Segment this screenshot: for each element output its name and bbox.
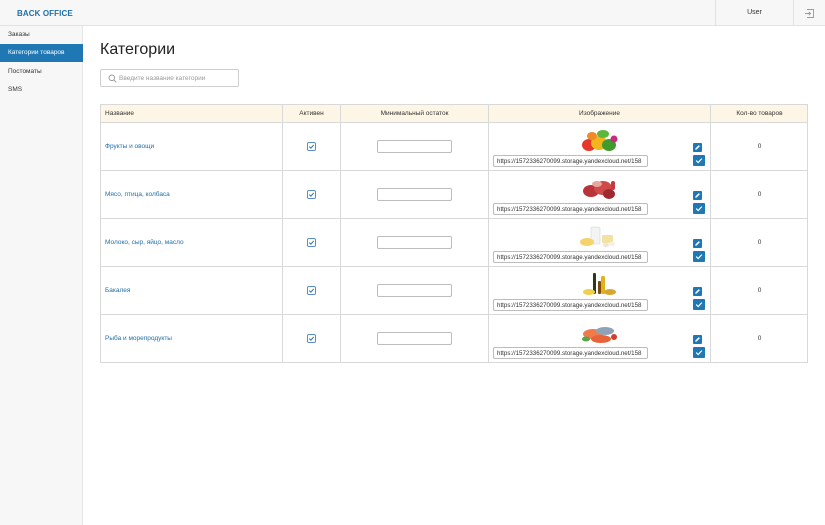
product-count: 0 (757, 191, 762, 198)
top-bar: BACK OFFICE User (0, 0, 825, 26)
meat-poultry-image (583, 181, 615, 199)
image-url-input[interactable] (493, 251, 648, 263)
check-icon (695, 350, 703, 356)
table-row: Мясо, птица, колбаса 0 (101, 171, 807, 219)
sidebar-item-orders[interactable]: Заказы (0, 26, 83, 44)
pencil-icon (695, 241, 700, 246)
confirm-image-button[interactable] (693, 155, 705, 166)
confirm-image-button[interactable] (693, 203, 705, 214)
active-checkbox[interactable] (307, 334, 316, 343)
sidebar-item-sms[interactable]: SMS (0, 81, 83, 99)
product-count: 0 (757, 335, 762, 342)
active-checkbox[interactable] (307, 238, 316, 247)
image-url-input[interactable] (493, 347, 648, 359)
check-icon (308, 336, 315, 341)
column-header-name[interactable]: Название (101, 105, 283, 123)
column-header-min-stock[interactable]: Минимальный остаток (341, 105, 489, 123)
confirm-image-button[interactable] (693, 299, 705, 310)
confirm-image-button[interactable] (693, 347, 705, 358)
search-input[interactable] (119, 73, 234, 84)
table-row: Молоко, сыр, яйцо, масло 0 (101, 219, 807, 267)
min-stock-input[interactable] (377, 332, 452, 345)
pencil-icon (695, 145, 700, 150)
check-icon (308, 144, 315, 149)
image-url-input[interactable] (493, 155, 648, 167)
categories-table: Название Активен Минимальный остаток Изо… (100, 104, 808, 363)
check-icon (308, 288, 315, 293)
product-count: 0 (757, 143, 762, 150)
sidebar-item-postamats[interactable]: Постоматы (0, 63, 83, 81)
category-name-link[interactable]: Мясо, птица, колбаса (105, 191, 170, 198)
column-header-count[interactable]: Кол-во товаров (711, 105, 808, 123)
edit-image-button[interactable] (693, 239, 702, 248)
fish-seafood-image (582, 327, 617, 343)
pencil-icon (695, 193, 700, 198)
edit-image-button[interactable] (693, 287, 702, 296)
edit-image-button[interactable] (693, 335, 702, 344)
active-checkbox[interactable] (307, 286, 316, 295)
edit-image-button[interactable] (693, 143, 702, 152)
check-icon (695, 302, 703, 308)
table-row: Фрукты и овощи 0 (101, 123, 807, 171)
confirm-image-button[interactable] (693, 251, 705, 262)
check-icon (308, 240, 315, 245)
check-icon (308, 192, 315, 197)
pencil-icon (695, 289, 700, 294)
search-icon (108, 74, 117, 83)
min-stock-input[interactable] (377, 236, 452, 249)
sidebar: Заказы Категории товаров Постоматы SMS (0, 26, 83, 525)
check-icon (695, 158, 703, 164)
column-header-image[interactable]: Изображение (489, 105, 711, 123)
column-header-active[interactable]: Активен (283, 105, 341, 123)
table-row: Рыба и морепродукты 0 (101, 315, 807, 363)
edit-image-button[interactable] (693, 191, 702, 200)
dairy-eggs-image (580, 226, 615, 248)
check-icon (695, 254, 703, 260)
search-box[interactable] (100, 69, 239, 87)
min-stock-input[interactable] (377, 284, 452, 297)
category-name-link[interactable]: Рыба и морепродукты (105, 335, 172, 342)
category-name-link[interactable]: Фрукты и овощи (105, 143, 154, 150)
sidebar-item-categories[interactable]: Категории товаров (0, 44, 83, 62)
grocery-bottles-image (583, 273, 616, 295)
brand-logo[interactable]: BACK OFFICE (17, 9, 73, 18)
category-name-link[interactable]: Бакалея (105, 287, 130, 294)
table-header: Название Активен Минимальный остаток Изо… (101, 105, 807, 123)
logout-button[interactable] (794, 0, 825, 26)
product-count: 0 (757, 287, 762, 294)
check-icon (695, 206, 703, 212)
active-checkbox[interactable] (307, 142, 316, 151)
page-title: Категории (100, 41, 176, 58)
image-url-input[interactable] (493, 203, 648, 215)
logout-icon (805, 8, 814, 18)
active-checkbox[interactable] (307, 190, 316, 199)
category-name-link[interactable]: Молоко, сыр, яйцо, масло (105, 239, 184, 246)
image-url-input[interactable] (493, 299, 648, 311)
min-stock-input[interactable] (377, 188, 452, 201)
fruits-vegetables-image (582, 130, 618, 151)
user-menu[interactable]: User (715, 0, 794, 26)
min-stock-input[interactable] (377, 140, 452, 153)
table-row: Бакалея 0 (101, 267, 807, 315)
product-count: 0 (757, 239, 762, 246)
pencil-icon (695, 337, 700, 342)
